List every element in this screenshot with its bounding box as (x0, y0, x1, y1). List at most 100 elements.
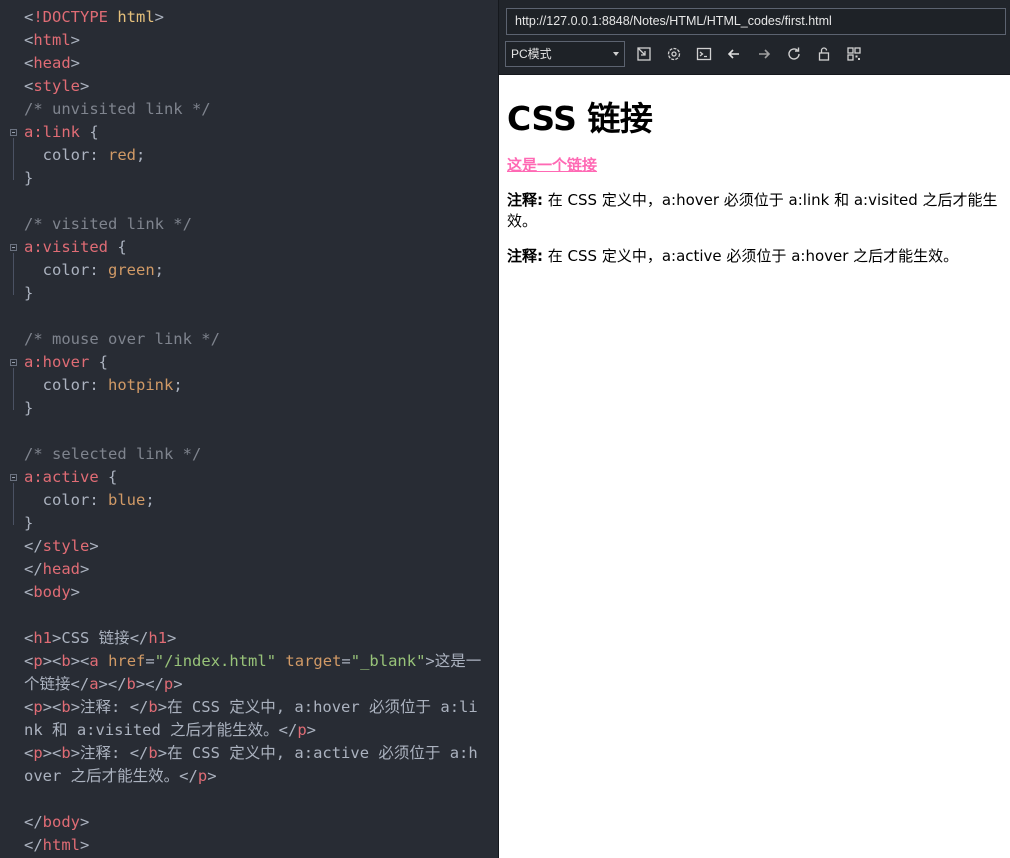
code-line[interactable]: a:active { (24, 466, 498, 489)
code-line[interactable]: } (24, 282, 498, 305)
browser-toolbar: http://127.0.0.1:8848/Notes/HTML/HTML_co… (499, 0, 1010, 75)
code-line[interactable]: </body> (24, 811, 498, 834)
code-token: body (42, 813, 80, 831)
code-line[interactable]: <!DOCTYPE html> (24, 6, 498, 29)
code-token: </ (129, 698, 149, 716)
code-editor[interactable]: <!DOCTYPE html> <html> <head> <style>/* unv… (0, 0, 498, 858)
code-line[interactable]: color: green; (24, 259, 498, 282)
code-token: html (33, 31, 71, 49)
code-token: a:hover (24, 353, 90, 371)
code-line[interactable]: } (24, 167, 498, 190)
code-token: !DOCTYPE (33, 8, 108, 26)
code-token: a:visited (24, 238, 108, 256)
code-line[interactable] (24, 305, 498, 328)
code-token: "_blank" (350, 652, 426, 670)
code-line[interactable]: /* mouse over link */ (24, 328, 498, 351)
fold-toggle-icon[interactable] (10, 244, 17, 251)
code-line[interactable]: <html> (24, 29, 498, 52)
code-token: a (89, 675, 99, 693)
app-window: <!DOCTYPE html> <html> <head> <style>/* unv… (0, 0, 1010, 858)
code-token: = (145, 652, 155, 670)
code-line[interactable]: nk 和 a:visited 之后才能生效。</p> (24, 719, 498, 742)
code-line[interactable] (24, 788, 498, 811)
demo-link[interactable]: 这是一个链接 (507, 156, 597, 174)
fold-toggle-icon[interactable] (10, 359, 17, 366)
code-token: b (61, 652, 71, 670)
qrcode-icon[interactable] (845, 45, 863, 63)
code-line[interactable]: <p><b>注释: </b>在 CSS 定义中, a:active 必须位于 a… (24, 742, 498, 765)
code-token: 注释: (80, 698, 130, 716)
code-line[interactable]: <style> (24, 75, 498, 98)
code-line[interactable]: color: hotpink; (24, 374, 498, 397)
console-icon[interactable] (695, 45, 713, 63)
code-token: </ (24, 813, 43, 831)
code-token: 这是一 (434, 652, 482, 670)
code-token: over 之后才能生效。 (24, 767, 180, 785)
code-token: < (24, 77, 34, 95)
code-token: green (108, 261, 155, 279)
code-line[interactable]: <body> (24, 581, 498, 604)
code-area[interactable]: <!DOCTYPE html> <html> <head> <style>/* unv… (24, 6, 498, 857)
code-line[interactable]: </html> (24, 834, 498, 857)
forward-arrow-icon[interactable] (755, 45, 773, 63)
code-token: p (33, 744, 43, 762)
settings-icon[interactable] (665, 45, 683, 63)
code-line[interactable]: /* visited link */ (24, 213, 498, 236)
code-line[interactable]: color: red; (24, 144, 498, 167)
code-token: { (108, 238, 127, 256)
code-line[interactable]: } (24, 512, 498, 535)
code-token: > (89, 537, 99, 555)
browser-preview: http://127.0.0.1:8848/Notes/HTML/HTML_co… (499, 0, 1010, 858)
code-line[interactable]: <h1>CSS 链接</h1> (24, 627, 498, 650)
code-token: html (42, 836, 80, 854)
code-token: } (24, 514, 34, 532)
code-token: h1 (33, 629, 53, 647)
fold-toggle-icon[interactable] (10, 129, 17, 136)
code-line[interactable]: /* unvisited link */ (24, 98, 498, 121)
code-token: </ (129, 744, 149, 762)
code-line[interactable] (24, 190, 498, 213)
code-line[interactable]: 个链接</a></b></p> (24, 673, 498, 696)
code-token: blue (108, 491, 146, 509)
reload-icon[interactable] (785, 45, 803, 63)
note-text: 在 CSS 定义中，a:hover 必须位于 a:link 和 a:visite… (507, 191, 998, 230)
code-token: > (70, 744, 81, 762)
code-token: a:active (24, 468, 99, 486)
code-line[interactable]: a:hover { (24, 351, 498, 374)
code-line[interactable]: /* selected link */ (24, 443, 498, 466)
code-line[interactable]: <head> (24, 52, 498, 75)
code-line[interactable]: <p><b><a href="/index.html" target="_bla… (24, 650, 498, 673)
code-token: < (24, 583, 34, 601)
code-token: > (425, 652, 435, 670)
code-line[interactable]: a:visited { (24, 236, 498, 259)
code-token: > (80, 813, 90, 831)
code-token: hotpink (108, 376, 174, 394)
code-line[interactable]: </style> (24, 535, 498, 558)
code-token: color (24, 261, 90, 279)
code-line[interactable]: </head> (24, 558, 498, 581)
code-line[interactable]: a:link { (24, 121, 498, 144)
code-token: > (70, 31, 81, 49)
address-bar[interactable]: http://127.0.0.1:8848/Notes/HTML/HTML_co… (506, 8, 1006, 35)
device-mode-select[interactable]: PC模式 (505, 41, 625, 67)
code-line[interactable]: } (24, 397, 498, 420)
link-paragraph: 这是一个链接 (507, 154, 1003, 176)
code-token: } (24, 399, 34, 417)
code-line[interactable] (24, 604, 498, 627)
code-token: : (89, 376, 108, 394)
fold-toggle-icon[interactable] (10, 474, 17, 481)
code-token: /* unvisited link */ (24, 100, 211, 118)
code-line[interactable]: over 之后才能生效。</p> (24, 765, 498, 788)
code-token: > (157, 698, 168, 716)
code-line[interactable]: <p><b>注释: </b>在 CSS 定义中, a:hover 必须位于 a:… (24, 696, 498, 719)
code-line[interactable] (24, 420, 498, 443)
code-token: { (80, 123, 99, 141)
code-token: </ (70, 675, 90, 693)
code-line[interactable]: color: blue; (24, 489, 498, 512)
code-token: red (108, 146, 136, 164)
back-arrow-icon[interactable] (725, 45, 743, 63)
lock-icon[interactable] (815, 45, 833, 63)
note-label: 注释: (507, 191, 543, 209)
screenshot-icon[interactable] (635, 45, 653, 63)
